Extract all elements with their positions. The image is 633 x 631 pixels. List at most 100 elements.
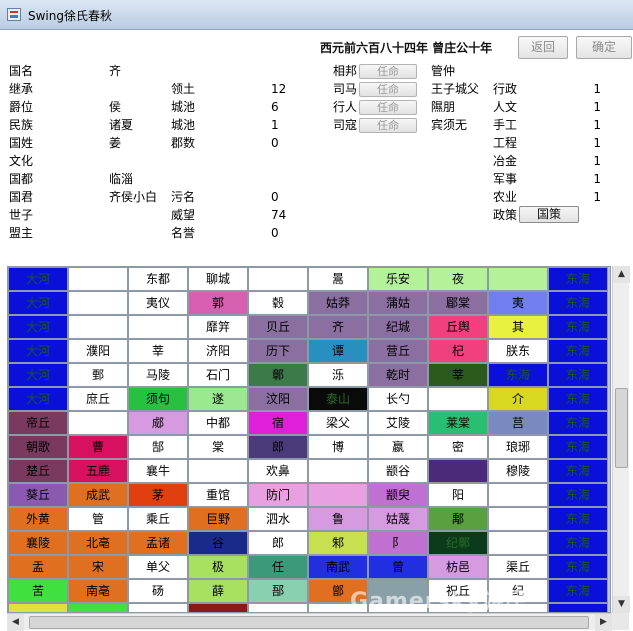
vertical-scrollbar[interactable]: ▲ ▼ <box>612 266 630 613</box>
map-cell[interactable]: 东海 <box>488 363 548 387</box>
map-cell[interactable]: 东海 <box>548 267 608 291</box>
map-cell[interactable]: 大河 <box>8 267 68 291</box>
map-cell[interactable]: 欢鼻 <box>248 459 308 483</box>
map-cell[interactable]: 东海 <box>548 387 608 411</box>
map-cell[interactable] <box>188 459 248 483</box>
appoint-chancellor-button[interactable]: 任命 <box>359 64 417 79</box>
map-cell[interactable] <box>68 315 128 339</box>
map-cell[interactable]: 襄牛 <box>128 459 188 483</box>
map-cell[interactable]: 郎 <box>248 531 308 555</box>
map-cell[interactable] <box>68 603 128 612</box>
map-cell[interactable]: 马陵 <box>128 363 188 387</box>
map-cell[interactable]: 琅琊 <box>488 435 548 459</box>
map-cell[interactable]: 泺 <box>308 363 368 387</box>
map-cell[interactable]: 东海 <box>548 363 608 387</box>
map-cell[interactable]: 东都 <box>128 267 188 291</box>
map-cell[interactable]: 莘 <box>128 339 188 363</box>
map-cell[interactable]: 介 <box>488 387 548 411</box>
map-cell[interactable]: 泰山 <box>308 387 368 411</box>
map-cell[interactable]: 郕 <box>128 411 188 435</box>
policy-button[interactable]: 国策 <box>519 206 579 223</box>
map-cell[interactable] <box>488 507 548 531</box>
map-cell[interactable]: 五鹿 <box>68 459 128 483</box>
map-cell[interactable] <box>68 267 128 291</box>
map-cell[interactable]: 莘 <box>428 363 488 387</box>
map-cell[interactable]: 姑莽 <box>308 291 368 315</box>
horizontal-scrollbar[interactable]: ◀ ▶ <box>7 613 612 631</box>
map-cell[interactable] <box>128 603 188 612</box>
appoint-envoy-button[interactable]: 任命 <box>359 100 417 115</box>
map-cell[interactable]: 齐 <box>308 315 368 339</box>
map-cell[interactable] <box>128 315 188 339</box>
map-cell[interactable]: 东海 <box>548 483 608 507</box>
map-cell[interactable] <box>488 531 548 555</box>
map-cell[interactable]: 朝歌 <box>8 435 68 459</box>
map-cell[interactable]: 穆陵 <box>488 459 548 483</box>
map-cell[interactable]: 莒 <box>488 411 548 435</box>
map-cell[interactable]: 楚丘 <box>8 459 68 483</box>
map-cell[interactable] <box>8 603 68 612</box>
map-cell[interactable]: 中都 <box>188 411 248 435</box>
map-cell[interactable]: 南武 <box>308 555 368 579</box>
confirm-button[interactable]: 确定 <box>576 36 632 59</box>
map-cell[interactable]: 鄅 <box>428 507 488 531</box>
map-cell[interactable]: 砀 <box>128 579 188 603</box>
map-cell[interactable]: 茅 <box>128 483 188 507</box>
map-cell[interactable]: 营丘 <box>368 339 428 363</box>
map-cell[interactable]: 丘舆 <box>428 315 488 339</box>
map-cell[interactable]: 极 <box>188 555 248 579</box>
map-cell[interactable]: 鄄 <box>68 363 128 387</box>
map-cell[interactable] <box>428 459 488 483</box>
map-cell[interactable]: 乐安 <box>368 267 428 291</box>
map-cell[interactable]: 北亳 <box>68 531 128 555</box>
map-cell[interactable]: 密 <box>428 435 488 459</box>
map-cell[interactable]: 南亳 <box>68 579 128 603</box>
map-cell[interactable]: 东海 <box>548 507 608 531</box>
map-cell[interactable]: 莱棠 <box>428 411 488 435</box>
map-cell[interactable]: 颛谷 <box>368 459 428 483</box>
map-cell[interactable]: 孟诸 <box>128 531 188 555</box>
appoint-sikou-button[interactable]: 任命 <box>359 118 417 133</box>
map-cell[interactable]: 纪城 <box>368 315 428 339</box>
map-cell[interactable]: 宋 <box>68 555 128 579</box>
map-cell[interactable]: 暠 <box>308 267 368 291</box>
arrow-left-icon[interactable]: ◀ <box>7 614 24 631</box>
map-cell[interactable]: 阳 <box>428 483 488 507</box>
map-cell[interactable]: 夷 <box>488 291 548 315</box>
map-cell[interactable]: 石门 <box>188 363 248 387</box>
map-cell[interactable]: 宿 <box>248 411 308 435</box>
map-cell[interactable]: 大河 <box>8 387 68 411</box>
map-cell[interactable]: 襄陵 <box>8 531 68 555</box>
map-cell[interactable] <box>488 483 548 507</box>
map-cell[interactable]: 东海 <box>548 555 608 579</box>
arrow-up-icon[interactable]: ▲ <box>613 266 630 283</box>
map-cell[interactable]: 毂 <box>248 291 308 315</box>
map-cell[interactable]: 东海 <box>548 531 608 555</box>
map-cell[interactable]: 曹 <box>68 435 128 459</box>
map-cell[interactable]: 庶丘 <box>68 387 128 411</box>
map-cell[interactable]: 遂 <box>188 387 248 411</box>
arrow-down-icon[interactable]: ▼ <box>613 596 630 613</box>
map-cell[interactable]: 郚 <box>248 579 308 603</box>
map-cell[interactable]: 姑蔑 <box>368 507 428 531</box>
map-cell[interactable]: 帝丘 <box>8 411 68 435</box>
map-cell[interactable]: 薛 <box>188 579 248 603</box>
map-cell[interactable] <box>308 483 368 507</box>
map-cell[interactable]: 济阳 <box>188 339 248 363</box>
horizontal-scroll-thumb[interactable] <box>29 616 589 629</box>
map-cell[interactable]: 东海 <box>548 435 608 459</box>
map-cell[interactable]: 博 <box>308 435 368 459</box>
map-cell[interactable] <box>248 603 308 612</box>
arrow-right-icon[interactable]: ▶ <box>595 614 612 631</box>
map-cell[interactable]: 外黄 <box>8 507 68 531</box>
map-cell[interactable]: 棠 <box>188 435 248 459</box>
map-cell[interactable]: 杞 <box>428 339 488 363</box>
map-cell[interactable]: 东海 <box>548 339 608 363</box>
map-cell[interactable]: 历下 <box>248 339 308 363</box>
map-cell[interactable]: 谷 <box>188 531 248 555</box>
map-cell[interactable]: 聊城 <box>188 267 248 291</box>
map-cell[interactable]: 东海 <box>548 459 608 483</box>
map-cell[interactable]: 长勺 <box>368 387 428 411</box>
map-cell[interactable]: 大河 <box>8 315 68 339</box>
map-cell[interactable]: 大河 <box>8 291 68 315</box>
